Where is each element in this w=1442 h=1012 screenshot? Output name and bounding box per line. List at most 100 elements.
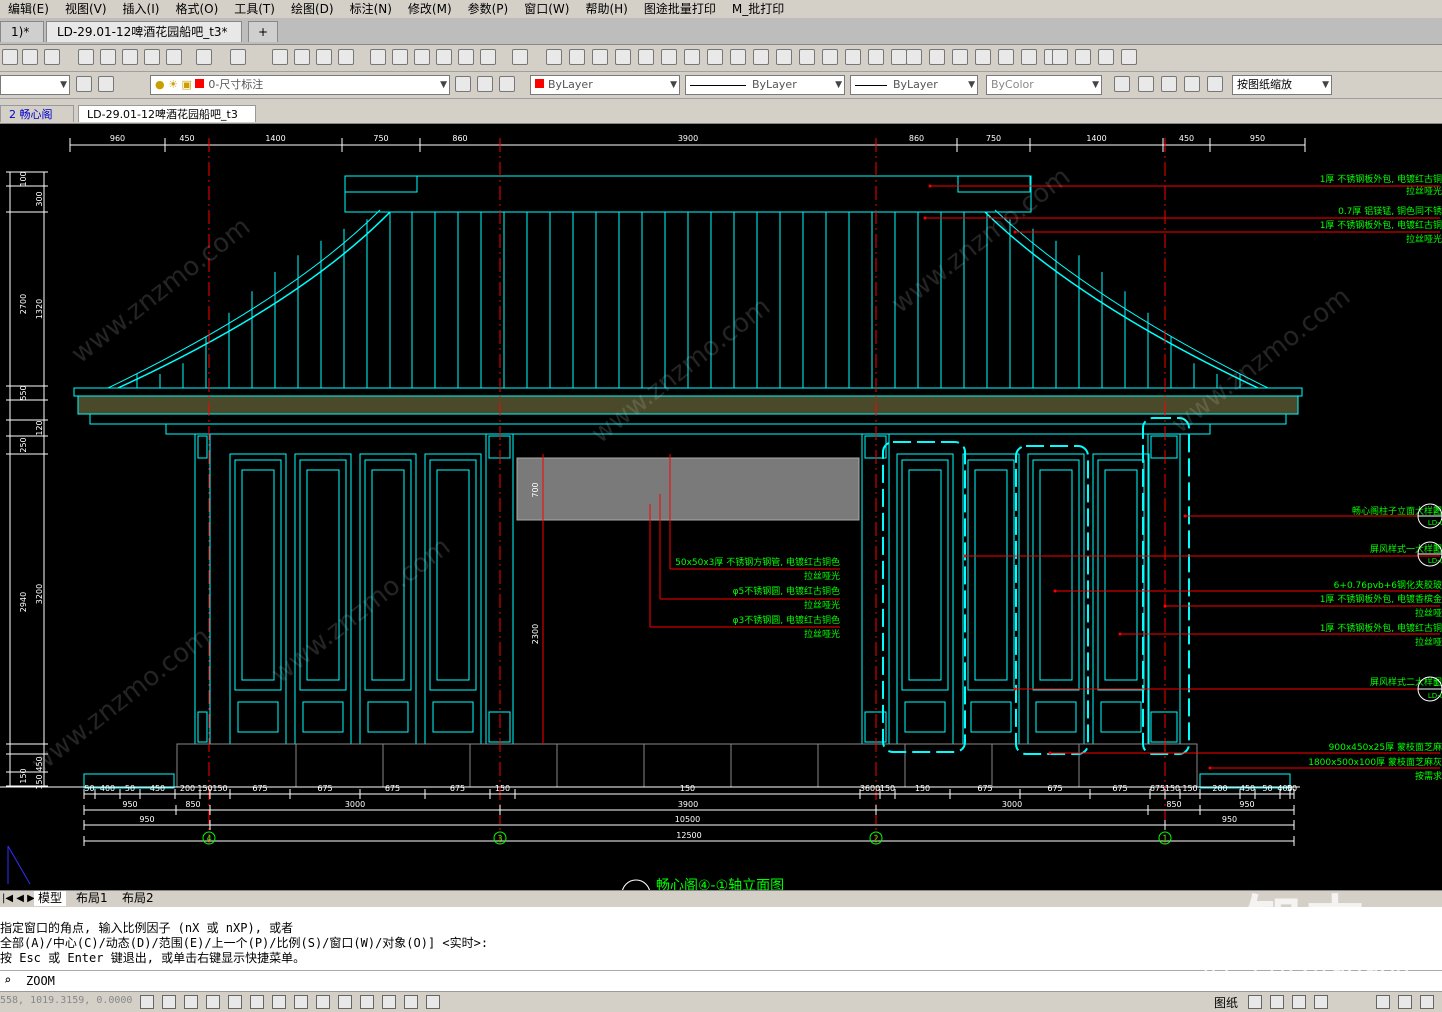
- doc-tab-1[interactable]: 1)*: [0, 21, 44, 42]
- layer-previous-icon[interactable]: [455, 76, 471, 92]
- preview-icon[interactable]: [78, 49, 94, 65]
- tool-palette-icon[interactable]: [414, 49, 430, 65]
- menu-item-11[interactable]: 图途批量打印: [636, 0, 724, 17]
- annotation-2-icon[interactable]: [1420, 995, 1434, 1009]
- copy-icon[interactable]: [122, 49, 138, 65]
- menu-item-3[interactable]: 格式(O): [167, 0, 226, 17]
- status-right-2-icon[interactable]: [1292, 995, 1306, 1009]
- annotation-1-icon[interactable]: [1398, 995, 1412, 1009]
- tab-model[interactable]: 模型: [34, 891, 67, 906]
- design-center-icon[interactable]: [392, 49, 408, 65]
- match-prop-icon[interactable]: [166, 49, 182, 65]
- menu-item-8[interactable]: 参数(P): [460, 0, 517, 17]
- viewport-object-icon[interactable]: [1184, 76, 1200, 92]
- layer-tool-12-icon[interactable]: [822, 49, 838, 65]
- save-icon[interactable]: [22, 49, 38, 65]
- layer-tool-3-icon[interactable]: [615, 49, 631, 65]
- status-toggle-1-icon[interactable]: [162, 995, 176, 1009]
- dim-tool-1-icon[interactable]: [929, 49, 945, 65]
- tab-layout1[interactable]: 布局1: [76, 891, 108, 906]
- dim-tool-5-icon[interactable]: [1021, 49, 1037, 65]
- layer-combo[interactable]: ● ☀ ▣ 0-尺寸标注 ▼: [150, 75, 450, 95]
- status-toggle-4-icon[interactable]: [228, 995, 242, 1009]
- settings-icon[interactable]: [98, 76, 114, 92]
- markup-icon[interactable]: [458, 49, 474, 65]
- undo-icon[interactable]: [196, 49, 212, 65]
- layer-tool-6-icon[interactable]: [684, 49, 700, 65]
- misc-tool-1-icon[interactable]: [1075, 49, 1091, 65]
- status-toggle-7-icon[interactable]: [294, 995, 308, 1009]
- layer-tool-11-icon[interactable]: [799, 49, 815, 65]
- status-toggle-3-icon[interactable]: [206, 995, 220, 1009]
- menu-item-7[interactable]: 修改(M): [400, 0, 460, 17]
- annotation-0-icon[interactable]: [1376, 995, 1390, 1009]
- layer-tool-8-icon[interactable]: [730, 49, 746, 65]
- dim-tool-4-icon[interactable]: [998, 49, 1014, 65]
- print-icon[interactable]: [44, 49, 60, 65]
- doc-tab-2[interactable]: LD-29.01-12啤酒花园船吧_t3*: [46, 21, 242, 42]
- file-tab-1[interactable]: 2 畅心阁(1): [0, 105, 74, 138]
- tab-layout2[interactable]: 布局2: [122, 891, 154, 906]
- sheet-set-icon[interactable]: [436, 49, 452, 65]
- menu-item-9[interactable]: 窗口(W): [516, 0, 577, 17]
- layer-icon[interactable]: [2, 49, 18, 65]
- dim-tool-2-icon[interactable]: [952, 49, 968, 65]
- status-right-1-icon[interactable]: [1270, 995, 1284, 1009]
- layer-tool-9-icon[interactable]: [753, 49, 769, 65]
- layer-tool-2-icon[interactable]: [592, 49, 608, 65]
- redo-icon[interactable]: [230, 49, 246, 65]
- menu-item-0[interactable]: 编辑(E): [0, 0, 57, 17]
- layer-tool-0-icon[interactable]: [546, 49, 562, 65]
- viewport-scale-combo[interactable]: 按图纸缩放 ▼: [1232, 75, 1332, 95]
- layer-tool-14-icon[interactable]: [868, 49, 884, 65]
- menu-item-10[interactable]: 帮助(H): [577, 0, 635, 17]
- cut-icon[interactable]: [100, 49, 116, 65]
- layer-states-icon[interactable]: [477, 76, 493, 92]
- status-toggle-8-icon[interactable]: [316, 995, 330, 1009]
- dim-tool-0-icon[interactable]: [906, 49, 922, 65]
- linetype-combo[interactable]: ByLayer ▼: [685, 75, 845, 95]
- status-toggle-11-icon[interactable]: [382, 995, 396, 1009]
- status-toggle-13-icon[interactable]: [426, 995, 440, 1009]
- status-right-0-icon[interactable]: [1248, 995, 1262, 1009]
- dim-tool-3-icon[interactable]: [975, 49, 991, 65]
- layer-tool-15-icon[interactable]: [891, 49, 907, 65]
- menu-item-2[interactable]: 插入(I): [115, 0, 168, 17]
- layer-tool-7-icon[interactable]: [707, 49, 723, 65]
- viewport-clip-icon[interactable]: [1207, 76, 1223, 92]
- layer-manager-icon[interactable]: [76, 76, 92, 92]
- new-tab-button[interactable]: +: [248, 21, 278, 42]
- status-right-3-icon[interactable]: [1314, 995, 1328, 1009]
- misc-tool-0-icon[interactable]: [1052, 49, 1068, 65]
- file-tab-2[interactable]: LD-29.01-12啤酒花园船吧_t3: [78, 105, 256, 122]
- status-toggle-9-icon[interactable]: [338, 995, 352, 1009]
- menu-item-5[interactable]: 绘图(D): [283, 0, 342, 17]
- menu-item-4[interactable]: 工具(T): [226, 0, 283, 17]
- layer-tool-4-icon[interactable]: [638, 49, 654, 65]
- lineweight-combo[interactable]: ByLayer ▼: [850, 75, 978, 95]
- calc-icon[interactable]: [480, 49, 496, 65]
- viewport-single-icon[interactable]: [1138, 76, 1154, 92]
- status-toggle-6-icon[interactable]: [272, 995, 286, 1009]
- zoom-prev-icon[interactable]: [338, 49, 354, 65]
- misc-tool-2-icon[interactable]: [1098, 49, 1114, 65]
- color-combo[interactable]: ByLayer ▼: [530, 75, 680, 95]
- layer-match-icon[interactable]: [499, 76, 515, 92]
- properties-icon[interactable]: [370, 49, 386, 65]
- status-toggle-5-icon[interactable]: [250, 995, 264, 1009]
- viewport-poly-icon[interactable]: [1161, 76, 1177, 92]
- misc-tool-3-icon[interactable]: [1121, 49, 1137, 65]
- paper-space-label[interactable]: 图纸: [1214, 994, 1238, 1011]
- menu-item-6[interactable]: 标注(N): [342, 0, 400, 17]
- paste-icon[interactable]: [144, 49, 160, 65]
- layer-tool-1-icon[interactable]: [569, 49, 585, 65]
- status-toggle-2-icon[interactable]: [184, 995, 198, 1009]
- viewport-icon[interactable]: [1114, 76, 1130, 92]
- pan-icon[interactable]: [272, 49, 288, 65]
- zoom-window-icon[interactable]: [316, 49, 332, 65]
- workspace-combo[interactable]: ▼: [0, 75, 70, 95]
- help-icon[interactable]: [512, 49, 528, 65]
- status-toggle-0-icon[interactable]: [140, 995, 154, 1009]
- layer-tool-13-icon[interactable]: [845, 49, 861, 65]
- menu-item-12[interactable]: M_批打印: [724, 0, 792, 17]
